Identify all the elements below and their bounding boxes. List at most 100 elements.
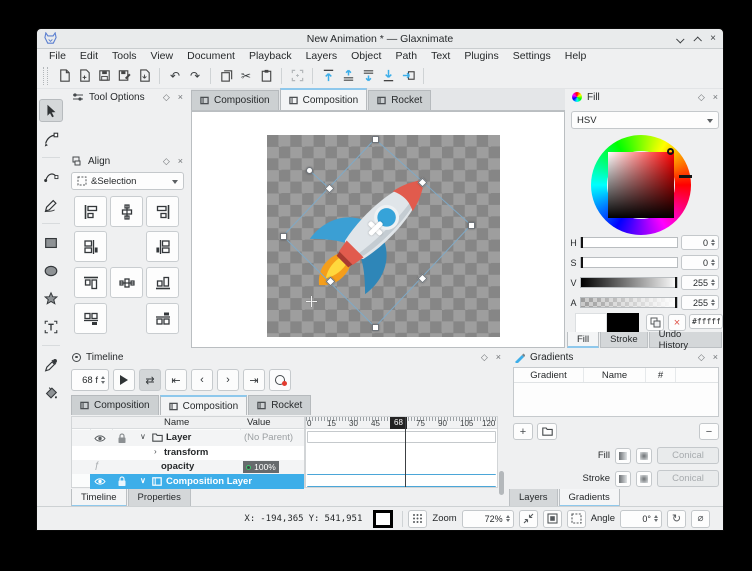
lock-icon[interactable] [117, 476, 127, 487]
fill-tool[interactable] [39, 381, 63, 404]
opacity-value-badge[interactable]: 100% [243, 461, 279, 473]
eye-icon[interactable] [94, 477, 106, 486]
float-panel-icon[interactable]: ◇ [698, 353, 705, 362]
align-top-button[interactable] [74, 267, 107, 298]
menu-settings[interactable]: Settings [506, 50, 558, 62]
float-panel-icon[interactable]: ◇ [481, 353, 488, 362]
timeline-tab-composition-2[interactable]: Composition [160, 395, 248, 415]
resize-handle-left[interactable] [280, 233, 287, 240]
menu-tools[interactable]: Tools [105, 50, 144, 62]
zoom-spinbox[interactable]: 72% [462, 510, 514, 528]
color-space-select[interactable]: HSV [571, 111, 719, 129]
float-panel-icon[interactable]: ◇ [163, 157, 170, 166]
timeline-tab-rocket[interactable]: Rocket [248, 395, 311, 415]
resize-handle-bottom[interactable] [372, 324, 379, 331]
menu-path[interactable]: Path [388, 50, 424, 62]
align-outside-right-button[interactable] [146, 231, 179, 262]
close-button[interactable]: × [710, 34, 716, 44]
go-to-start-button[interactable]: ⇤ [165, 369, 187, 391]
tab-properties[interactable]: Properties [128, 489, 191, 507]
align-center-vertical-button[interactable] [110, 267, 143, 298]
stroke-radial-gradient-button[interactable] [636, 471, 652, 487]
lower-button[interactable] [358, 66, 378, 86]
previous-frame-button[interactable]: ‹ [191, 369, 213, 391]
color-picker-tool[interactable] [39, 353, 63, 376]
align-outside-left-button[interactable] [74, 231, 107, 262]
previous-color-swatch[interactable] [607, 313, 639, 333]
gradients-table[interactable]: Gradient Name # [513, 367, 719, 417]
reset-rotation-button[interactable]: ↻ [667, 510, 686, 528]
next-frame-button[interactable]: › [217, 369, 239, 391]
close-panel-icon[interactable]: × [178, 93, 183, 102]
current-color-indicator[interactable] [373, 510, 393, 528]
open-file-button[interactable] [74, 66, 94, 86]
menu-playback[interactable]: Playback [242, 50, 299, 62]
frame-view-button[interactable] [567, 510, 586, 528]
tab-fill[interactable]: Fill [567, 332, 599, 348]
anchor-cross-icon[interactable] [311, 296, 313, 307]
minimize-button[interactable] [678, 30, 684, 48]
align-target-select[interactable]: &Selection [71, 172, 184, 190]
transform-name[interactable]: transform [164, 447, 208, 458]
color-target-button[interactable] [408, 510, 427, 528]
menu-plugins[interactable]: Plugins [457, 50, 505, 62]
select-tool[interactable] [39, 99, 63, 122]
text-tool[interactable] [39, 315, 63, 338]
resize-handle-top[interactable] [372, 136, 379, 143]
playhead[interactable] [405, 417, 406, 487]
hue-marker-icon[interactable] [667, 148, 674, 155]
float-panel-icon[interactable]: ◇ [163, 93, 170, 102]
flip-view-button[interactable]: ⌀ [691, 510, 710, 528]
tab-layers[interactable]: Layers [509, 489, 558, 507]
caret-closed-icon[interactable]: › [154, 447, 157, 456]
align-left-button[interactable] [74, 196, 107, 227]
new-file-button[interactable] [54, 66, 74, 86]
current-color-swatch[interactable] [575, 313, 607, 333]
row-opacity[interactable]: ƒ opacity 100% [72, 460, 304, 474]
align-bottom-button[interactable] [146, 267, 179, 298]
menu-file[interactable]: File [42, 50, 73, 62]
canvas-viewport[interactable] [191, 111, 565, 348]
close-panel-icon[interactable]: × [178, 157, 183, 166]
reset-view-button[interactable] [543, 510, 562, 528]
menu-help[interactable]: Help [558, 50, 594, 62]
saturation-slider[interactable] [580, 257, 678, 268]
star-tool[interactable] [39, 287, 63, 310]
timeline-tab-composition-1[interactable]: Composition [71, 395, 159, 415]
save-button[interactable] [94, 66, 114, 86]
raise-to-top-button[interactable] [318, 66, 338, 86]
align-right-button[interactable] [146, 196, 179, 227]
timeline-scrollbar[interactable] [499, 471, 504, 495]
draw-bezier-tool[interactable] [39, 165, 63, 188]
fill-conical-button[interactable]: Conical [657, 447, 719, 464]
frame-ruler[interactable]: 0 15 30 45 68 75 90 105 120 [306, 417, 497, 429]
hex-color-input[interactable] [689, 314, 723, 329]
gradient-presets-button[interactable] [537, 423, 557, 440]
row-layer[interactable]: ∨ Layer (No Parent) [72, 430, 304, 446]
tab-undo-history[interactable]: Undo History [649, 332, 722, 348]
copy-button[interactable] [216, 66, 236, 86]
paste-button[interactable] [256, 66, 276, 86]
stroke-linear-gradient-button[interactable] [615, 471, 631, 487]
layer-name[interactable]: Layer [166, 432, 191, 443]
tab-timeline[interactable]: Timeline [71, 489, 127, 507]
add-gradient-button[interactable]: + [513, 423, 533, 440]
fill-radial-gradient-button[interactable] [636, 448, 652, 464]
edit-nodes-tool[interactable] [39, 127, 63, 150]
fill-linear-gradient-button[interactable] [615, 448, 631, 464]
canvas-tab-rocket[interactable]: Rocket [368, 90, 431, 110]
group-button[interactable] [287, 66, 307, 86]
row-composition-layer[interactable]: ∨ Composition Layer [90, 474, 304, 489]
keyframe-area[interactable]: 0 15 30 45 68 75 90 105 120 [305, 416, 498, 488]
resize-handle-right[interactable] [468, 222, 475, 229]
align-outside-top-button[interactable] [146, 303, 179, 334]
hue-slider[interactable] [580, 237, 678, 248]
menu-document[interactable]: Document [180, 50, 242, 62]
opacity-name[interactable]: opacity [161, 461, 194, 472]
rectangle-tool[interactable] [39, 231, 63, 254]
saturation-spinbox[interactable]: 0 [681, 255, 719, 270]
go-to-end-button[interactable]: ⇥ [243, 369, 265, 391]
maximize-button[interactable] [694, 30, 700, 48]
alpha-spinbox[interactable]: 255 [681, 295, 719, 310]
loop-button[interactable]: ⇄ [139, 369, 161, 391]
